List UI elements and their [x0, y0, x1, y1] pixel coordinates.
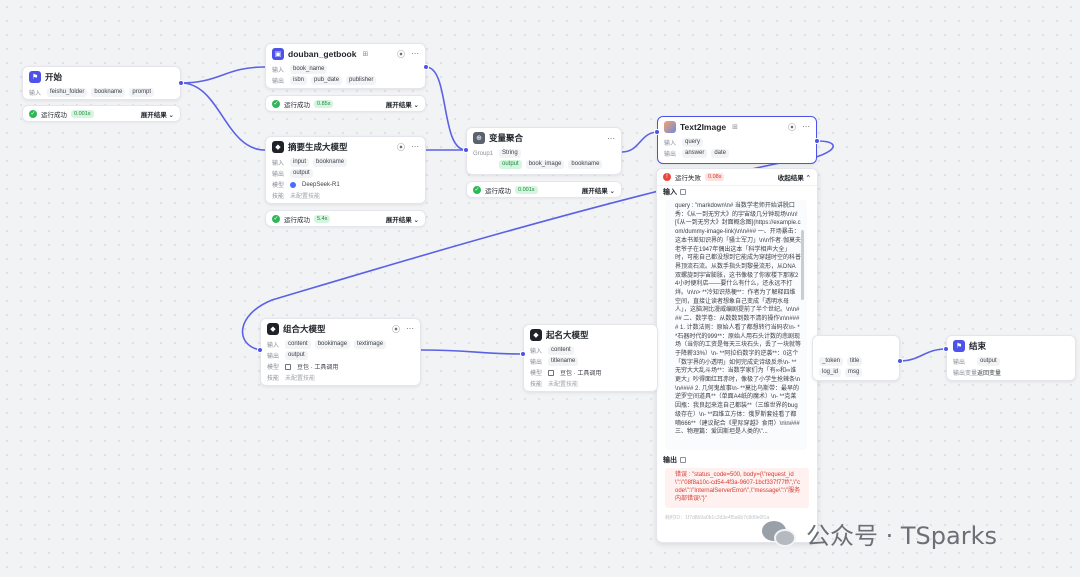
check-icon: ✓	[272, 99, 280, 108]
wire-partial-end	[899, 348, 947, 362]
llm-icon: ◆	[267, 323, 279, 335]
run-icon[interactable]: ⦿	[397, 49, 405, 60]
node-start[interactable]: ⚑ 开始 输入 feishu_folder bookname prompt	[22, 66, 181, 100]
more-icon[interactable]: ⋯	[607, 134, 615, 143]
run-icon[interactable]: ⦿	[392, 324, 400, 335]
expand-result-button[interactable]: 展开结果 ⌄	[141, 109, 174, 119]
node-naming-llm[interactable]: ◆ 起名大模型 输入 content 输出 titlename 模型 豆包 · …	[523, 324, 658, 392]
port-out[interactable]	[178, 80, 184, 86]
port-in[interactable]	[257, 347, 263, 353]
check-icon: ✓	[29, 109, 37, 118]
plugin-icon: ▣	[272, 48, 284, 60]
node-start-params: 输入 feishu_folder bookname prompt	[23, 87, 180, 98]
wire-douban-varagg	[425, 66, 467, 151]
llm-icon: ◆	[530, 329, 542, 341]
node-variable-aggregate[interactable]: ⊕ 变量聚合 ⋯ Group1 String output book_image…	[466, 127, 622, 175]
wire-varagg-text2image	[621, 131, 659, 153]
more-icon[interactable]: ⋯	[802, 122, 810, 133]
node-title: 组合大模型	[283, 324, 326, 334]
check-icon: ✓	[272, 214, 280, 223]
output-section-title: 输出	[657, 454, 817, 466]
status-varagg: ✓ 运行成功 0.001s 展开结果 ⌄	[466, 181, 622, 198]
node-summary-llm[interactable]: ◆ 摘要生成大模型 ⦿ ⋯ 输入 input bookname 输出 output…	[265, 136, 426, 204]
param-chip: bookname	[91, 88, 126, 97]
status-text2image: ! 运行失败 0.08s 收起结果 ⌃	[657, 169, 817, 186]
collapse-result-button[interactable]: 收起结果 ⌃	[778, 172, 811, 182]
port-out[interactable]	[897, 358, 903, 364]
merge-icon: ⊕	[473, 132, 485, 144]
node-douban-getbook[interactable]: ▣ douban_getbook ⊞ ⦿ ⋯ 输入 book_name 输出 is…	[265, 43, 426, 89]
error-icon: !	[663, 173, 671, 181]
node-title: 起名大模型	[546, 330, 589, 340]
flag-icon: ⚑	[29, 71, 41, 83]
output-error-content[interactable]: 错误 : "status_code=500, body={\"request_i…	[665, 468, 809, 508]
node-combine-llm[interactable]: ◆ 组合大模型 ⦿ ⋯ 输入 content bookimage textimag…	[260, 318, 421, 386]
node-title: 变量聚合	[489, 133, 524, 143]
expand-result-button[interactable]: 展开结果 ⌄	[582, 185, 615, 195]
llm-icon: ◆	[272, 141, 284, 153]
param-chip: prompt	[129, 88, 155, 97]
param-chip: feishu_folder	[47, 88, 88, 97]
image-plugin-icon	[664, 121, 676, 133]
port-in[interactable]	[463, 147, 469, 153]
node-title: Text2Image	[680, 122, 727, 132]
port-out[interactable]	[423, 64, 429, 70]
node-title: douban_getbook	[288, 49, 357, 59]
run-result-panel[interactable]: ! 运行失败 0.08s 收起结果 ⌃ 输入 query : "markdown…	[656, 168, 818, 543]
input-content[interactable]: query : "markdown\n# 当数学老师开始讲脱口秀：《从一到无穷大…	[665, 200, 807, 450]
scrollbar[interactable]	[801, 230, 804, 300]
port-in[interactable]	[943, 346, 949, 352]
expand-result-button[interactable]: 展开结果 ⌄	[386, 214, 419, 224]
copy-icon[interactable]	[680, 457, 686, 463]
more-icon[interactable]: ⋯	[411, 49, 419, 60]
node-text2image[interactable]: Text2Image ⊞ ⦿ ⋯ 输入 query 输出 answer date	[657, 116, 817, 164]
wechat-icon	[762, 519, 798, 549]
doubao-icon	[285, 363, 291, 370]
wire-start-summary	[180, 82, 266, 151]
node-title: 结束	[969, 341, 987, 351]
doubao-icon	[548, 369, 554, 376]
copy-icon[interactable]	[680, 189, 686, 195]
more-icon[interactable]: ⋯	[406, 324, 414, 335]
port-in[interactable]	[654, 129, 660, 135]
input-section-title: 输入	[657, 186, 817, 198]
wire-combine-naming	[420, 349, 524, 355]
expand-result-button[interactable]: 展开结果 ⌄	[386, 99, 419, 109]
deepseek-icon	[290, 181, 296, 188]
run-icon[interactable]: ⦿	[788, 122, 796, 133]
status-douban: ✓ 运行成功 0.85s 展开结果 ⌄	[265, 95, 426, 112]
port-in[interactable]	[520, 351, 526, 357]
wire-start-douban	[180, 66, 266, 84]
node-end[interactable]: ⚑ 结束 输出 output 输出变量 返回变量	[946, 335, 1076, 381]
status-start: ✓ 运行成功 0.001s 展开结果 ⌄	[22, 105, 181, 122]
check-icon: ✓	[473, 185, 481, 194]
node-start-header: ⚑ 开始	[23, 67, 180, 87]
more-icon[interactable]: ⋯	[411, 142, 419, 153]
node-title: 开始	[45, 72, 63, 82]
end-icon: ⚑	[953, 340, 965, 352]
watermark: 公众号 · TSparks	[762, 516, 997, 551]
run-icon[interactable]: ⦿	[397, 142, 405, 153]
status-summary: ✓ 运行成功 5.4s 展开结果 ⌄	[265, 210, 426, 227]
node-title: 摘要生成大模型	[288, 142, 348, 152]
node-partial-hidden[interactable]: _token title log_id msg	[812, 335, 900, 381]
port-out[interactable]	[814, 138, 820, 144]
